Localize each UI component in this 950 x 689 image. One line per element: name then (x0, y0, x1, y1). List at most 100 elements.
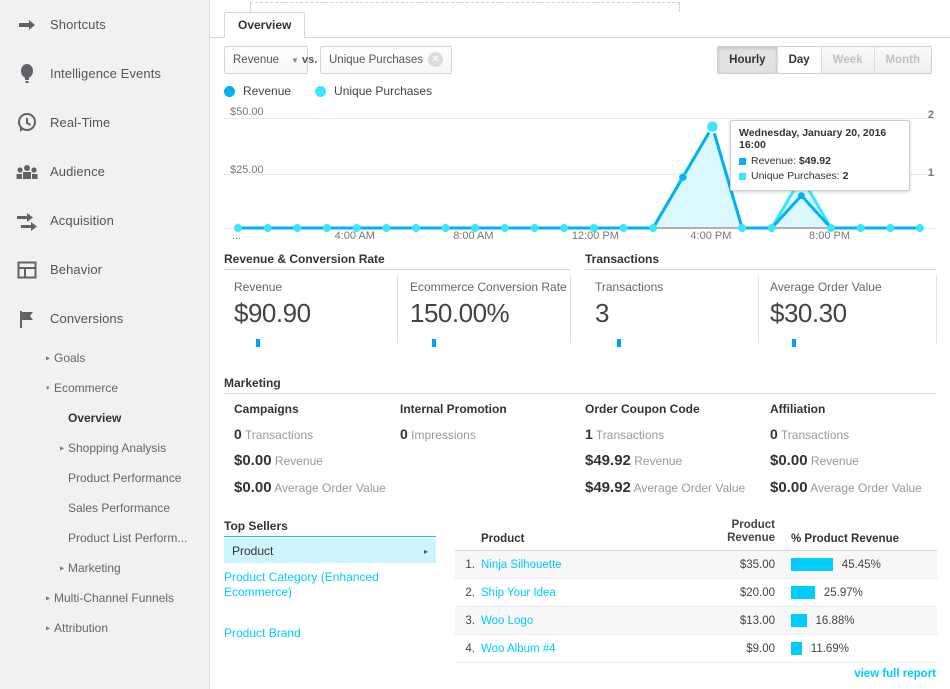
chart-legend: Revenue Unique Purchases (224, 84, 456, 98)
kpi-value: 3 (595, 298, 663, 329)
product-name-link[interactable]: Woo Album #4 (481, 643, 697, 655)
marketing-value: $0.00 (234, 479, 272, 496)
marketing-line: 1 Transactions (585, 426, 745, 442)
metric-controls: Revenue ▼ vs. Unique Purchases ▼ ✕ Hourl… (210, 46, 950, 76)
marketing-value: $0.00 (234, 452, 272, 469)
pct-value: 11.69% (811, 643, 849, 655)
marketing-metric-label: Transactions (245, 428, 313, 442)
table-row[interactable]: 3.Woo Logo$13.0016.88% (455, 607, 937, 635)
marketing-metric-label: Average Order Value (810, 481, 922, 495)
granularity-week: Week (822, 47, 875, 73)
product-name-link[interactable]: Ninja Silhouette (481, 559, 697, 571)
granularity-month: Month (875, 47, 931, 73)
section-title-revenue-conversion: Revenue & Conversion Rate (224, 252, 385, 270)
tab-overview[interactable]: Overview (224, 12, 305, 38)
sidebar-subitem-marketing[interactable]: ▸Marketing (0, 553, 209, 583)
divider (585, 269, 936, 270)
product-table: Product ProductRevenue % Product Revenue… (455, 515, 937, 663)
product-name-link[interactable]: Ship Your Idea (481, 587, 697, 599)
product-revenue: $13.00 (697, 615, 779, 627)
granularity-day[interactable]: Day (778, 47, 822, 73)
marketing-heading: Affiliation (770, 402, 922, 416)
header-product: Product (481, 533, 697, 545)
table-row[interactable]: 2.Ship Your Idea$20.0025.97% (455, 579, 937, 607)
tooltip-color-swatch (739, 173, 746, 180)
sidebar-item-label: Audience (44, 164, 105, 179)
layout-icon (10, 257, 44, 283)
marketing-line: 0 Transactions (770, 426, 922, 442)
kpi-value: $90.90 (234, 298, 311, 329)
primary-metric-select[interactable]: Revenue ▼ (224, 46, 308, 74)
marketing-line: $49.92 Revenue (585, 452, 745, 469)
sidebar-item-behavior[interactable]: Behavior (0, 245, 209, 294)
kpi-label: Transactions (595, 280, 663, 294)
sidebar-subitem-overview[interactable]: Overview (0, 403, 209, 433)
tooltip-label: Unique Purchases: (751, 169, 840, 184)
sidebar-subitem-product-list-perform[interactable]: Product List Perform... (0, 523, 209, 553)
top-sellers-link-product-brand[interactable]: Product Brand (224, 626, 439, 641)
sidebar-item-intelligence-events[interactable]: Intelligence Events (0, 49, 209, 98)
marketing-value: 1 (585, 426, 593, 442)
sidebar-subitem-label: Ecommerce (54, 381, 118, 395)
table-row[interactable]: 4.Woo Album #4$9.0011.69% (455, 635, 937, 663)
marketing-metric-label: Impressions (411, 428, 476, 442)
granularity-hourly[interactable]: Hourly (718, 47, 777, 73)
sidebar-item-real-time[interactable]: Real-Time (0, 98, 209, 147)
sidebar-subitem-goals[interactable]: ▸Goals (0, 343, 209, 373)
marketing-heading: Order Coupon Code (585, 402, 745, 416)
sidebar-subitem-sales-performance[interactable]: Sales Performance (0, 493, 209, 523)
product-name-link[interactable]: Woo Logo (481, 615, 697, 627)
sidebar-subitem-ecommerce[interactable]: ▾Ecommerce (0, 373, 209, 403)
sidebar-subitem-product-performance[interactable]: Product Performance (0, 463, 209, 493)
pct-bar (791, 558, 833, 571)
pct-bar (791, 586, 815, 599)
sidebar-item-label: Behavior (44, 262, 102, 277)
sidebar: Shortcuts Intelligence Events Real-Time Aud… (0, 0, 210, 689)
marketing-metric-label: Average Order Value (274, 481, 386, 495)
sidebar-item-conversions[interactable]: Conversions (0, 294, 209, 343)
marketing-metric-label: Revenue (811, 454, 859, 468)
legend-item-revenue[interactable]: Revenue (224, 84, 291, 98)
table-row[interactable]: 1.Ninja Silhouette$35.0045.45% (455, 551, 937, 579)
sidebar-subitem-label: Sales Performance (68, 501, 170, 515)
sidebar-item-audience[interactable]: Audience (0, 147, 209, 196)
granularity-segmented-control: HourlyDayWeekMonth (717, 46, 932, 74)
clock-icon (10, 110, 44, 136)
kpi-ecommerce-conversion-rate: Ecommerce Conversion Rate 150.00% (410, 280, 567, 347)
arrows-icon (10, 208, 44, 234)
marketing-heading: Internal Promotion (400, 402, 507, 416)
row-index: 1. (455, 559, 481, 571)
legend-item-unique-purchases[interactable]: Unique Purchases (315, 84, 432, 98)
sidebar-subitem-label: Shopping Analysis (68, 441, 166, 455)
row-index: 4. (455, 643, 481, 655)
sparkline (432, 339, 436, 347)
marketing-value: $0.00 (770, 479, 808, 496)
top-sellers-tab-product[interactable]: Product ▸ (224, 539, 436, 563)
pct-bar (791, 614, 807, 627)
lightbulb-icon (10, 61, 44, 87)
chart-tooltip: Wednesday, January 20, 2016 16:00 Revenu… (730, 120, 910, 191)
pct-value: 45.45% (842, 559, 881, 571)
sidebar-item-shortcuts[interactable]: Shortcuts (0, 0, 209, 49)
divider (224, 536, 436, 537)
sidebar-subitem-shopping-analysis[interactable]: ▸Shopping Analysis (0, 433, 209, 463)
kpi-label: Revenue (234, 280, 311, 294)
pct-bar (791, 642, 802, 655)
marketing-line: 0 Impressions (400, 426, 507, 442)
pct-product-revenue-cell: 11.69% (779, 642, 937, 655)
sidebar-item-label: Intelligence Events (44, 66, 161, 81)
marketing-metric-label: Revenue (634, 454, 682, 468)
section-title-marketing: Marketing (224, 376, 281, 394)
shortcuts-icon (10, 12, 44, 38)
view-full-report-link[interactable]: view full report (854, 668, 936, 680)
close-icon[interactable]: ✕ (428, 52, 443, 67)
kpi-label: Average Order Value (770, 280, 882, 294)
secondary-metric-label: Unique Purchases (329, 54, 423, 66)
sidebar-subitem-label: Goals (54, 351, 85, 365)
sidebar-subitem-multi-channel-funnels[interactable]: ▸Multi-Channel Funnels (0, 583, 209, 613)
sidebar-subitem-attribution[interactable]: ▸Attribution (0, 613, 209, 643)
top-sellers-link-product-category[interactable]: Product Category (Enhanced Ecommerce) (224, 570, 439, 600)
sidebar-item-acquisition[interactable]: Acquisition (0, 196, 209, 245)
row-index: 3. (455, 615, 481, 627)
divider (224, 393, 936, 394)
